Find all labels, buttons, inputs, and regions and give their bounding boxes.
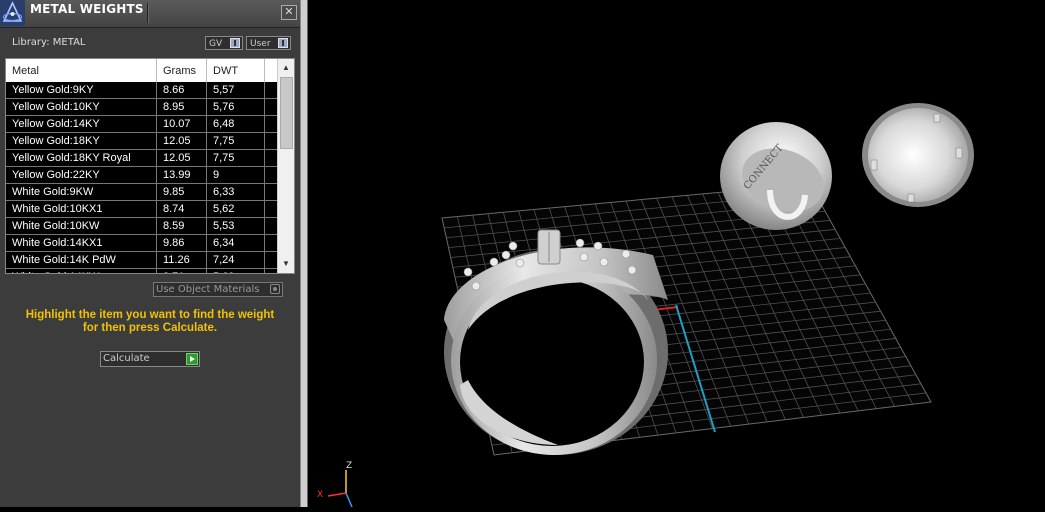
cell-grams: 11.26 [157, 252, 207, 268]
cell-dwt: 6,33 [207, 184, 265, 200]
title-divider [147, 3, 148, 23]
instruction-line-1: Highlight the item you want to find the … [25, 309, 275, 321]
cell-metal: Yellow Gold:10KY [6, 99, 157, 115]
cell-dwt: 5,57 [207, 82, 265, 98]
metal-weights-panel: METAL WEIGHTS ✕ Library: METAL GV User M… [0, 0, 300, 507]
cell-metal: White Gold:10KX1 [6, 201, 157, 217]
cell-grams: 9.86 [157, 235, 207, 251]
calculate-label: Calculate [103, 353, 150, 364]
3d-viewport[interactable]: CONNECT Z X [308, 0, 1045, 508]
axis-x-label: X [317, 490, 323, 500]
cell-metal: Yellow Gold:18KY [6, 133, 157, 149]
cell-metal: White Gold:14KX1 [6, 235, 157, 251]
cell-dwt: 7,24 [207, 252, 265, 268]
cell-grams: 8.74 [157, 201, 207, 217]
cell-metal: White Gold:14KW [6, 269, 157, 273]
cell-metal: White Gold:14K PdW [6, 252, 157, 268]
cell-metal: Yellow Gold:22KY [6, 167, 157, 183]
cell-metal: Yellow Gold:14KY [6, 116, 157, 132]
cell-metal: Yellow Gold:9KY [6, 82, 157, 98]
table-row[interactable]: Yellow Gold:18KY 12.05 7,75 [6, 133, 278, 150]
cell-dwt: 6,34 [207, 235, 265, 251]
calculate-button[interactable]: Calculate [100, 351, 200, 367]
cell-metal: White Gold:10KW [6, 218, 157, 234]
cell-dwt: 9 [207, 167, 265, 183]
cell-grams: 12.05 [157, 133, 207, 149]
table-header: Metal Grams DWT [6, 59, 278, 82]
cell-dwt: 6,48 [207, 116, 265, 132]
library-label: Library: METAL [12, 37, 86, 48]
table-row[interactable]: White Gold:14KX1 9.86 6,34 [6, 235, 278, 252]
cell-grams: 8.95 [157, 99, 207, 115]
sphere-cap-model: CONNECT [720, 122, 832, 230]
cell-metal: White Gold:9KW [6, 184, 157, 200]
instruction-line-2: for then press Calculate. [82, 322, 218, 334]
cell-grams: 12.05 [157, 150, 207, 166]
instruction-text: Highlight the item you want to find the … [10, 309, 290, 335]
close-icon[interactable]: ✕ [281, 5, 297, 20]
table-rows: Yellow Gold:9KY 8.66 5,57 Yellow Gold:10KY 8… [6, 82, 278, 273]
cell-grams: 9.85 [157, 184, 207, 200]
table-row[interactable]: White Gold:10KX1 8.74 5,62 [6, 201, 278, 218]
cell-grams: 13.99 [157, 167, 207, 183]
scroll-up-icon[interactable]: ▲ [278, 61, 294, 75]
panel-titlebar: METAL WEIGHTS ✕ [0, 0, 300, 28]
table-row[interactable]: White Gold:14KW8.715,60 [6, 269, 278, 273]
cell-dwt: 5,60 [207, 269, 265, 273]
column-header-grams[interactable]: Grams [157, 59, 207, 82]
table-row[interactable]: Yellow Gold:10KY 8.95 5,76 [6, 99, 278, 116]
table-row[interactable]: Yellow Gold:18KY Royal 12.05 7,75 [6, 150, 278, 167]
gv-toggle-label: GV [209, 39, 223, 49]
viewport-canvas: CONNECT Z X [317, 103, 974, 508]
table-row[interactable]: Yellow Gold:9KY 8.66 5,57 [6, 82, 278, 99]
axis-z-label: Z [346, 461, 352, 471]
metal-table: Metal Grams DWT Yellow Gold:9KY 8.66 5,57 Y… [5, 58, 295, 274]
table-row[interactable]: White Gold:10KW 8.59 5,53 [6, 218, 278, 235]
column-header-dwt[interactable]: DWT [207, 59, 265, 82]
app-logo-icon [0, 0, 25, 26]
panel-title: METAL WEIGHTS [30, 2, 144, 16]
panel-splitter[interactable] [300, 0, 308, 507]
cell-dwt: 5,53 [207, 218, 265, 234]
radio-indicator-icon [270, 284, 280, 294]
use-object-materials-button[interactable]: Use Object Materials [153, 282, 283, 297]
cell-dwt: 7,75 [207, 150, 265, 166]
table-row[interactable]: Yellow Gold:22KY 13.99 9 [6, 167, 278, 184]
gv-toggle-indicator-icon [230, 38, 240, 48]
table-row[interactable]: White Gold:9KW 9.85 6,33 [6, 184, 278, 201]
cell-grams: 8.71 [157, 269, 207, 273]
cell-metal: Yellow Gold:18KY Royal [6, 150, 157, 166]
use-object-materials-label: Use Object Materials [156, 284, 260, 295]
axis-triad: Z X [317, 461, 353, 508]
column-header-metal[interactable]: Metal [6, 59, 157, 82]
play-arrow-icon [186, 353, 198, 365]
user-toggle[interactable]: User [246, 36, 291, 50]
cell-dwt: 5,62 [207, 201, 265, 217]
cell-dwt: 7,75 [207, 133, 265, 149]
scroll-thumb[interactable] [280, 77, 293, 149]
table-row[interactable]: Yellow Gold:14KY 10.07 6,48 [6, 116, 278, 133]
user-toggle-indicator-icon [278, 38, 288, 48]
scroll-down-icon[interactable]: ▼ [278, 257, 294, 271]
gv-toggle[interactable]: GV [205, 36, 243, 50]
cell-dwt: 5,76 [207, 99, 265, 115]
cell-grams: 10.07 [157, 116, 207, 132]
hemisphere-model [862, 103, 974, 207]
table-row[interactable]: White Gold:14K PdW 11.26 7,24 [6, 252, 278, 269]
table-scrollbar[interactable]: ▲ ▼ [277, 59, 294, 273]
cell-grams: 8.59 [157, 218, 207, 234]
user-toggle-label: User [250, 39, 271, 49]
cell-grams: 8.66 [157, 82, 207, 98]
